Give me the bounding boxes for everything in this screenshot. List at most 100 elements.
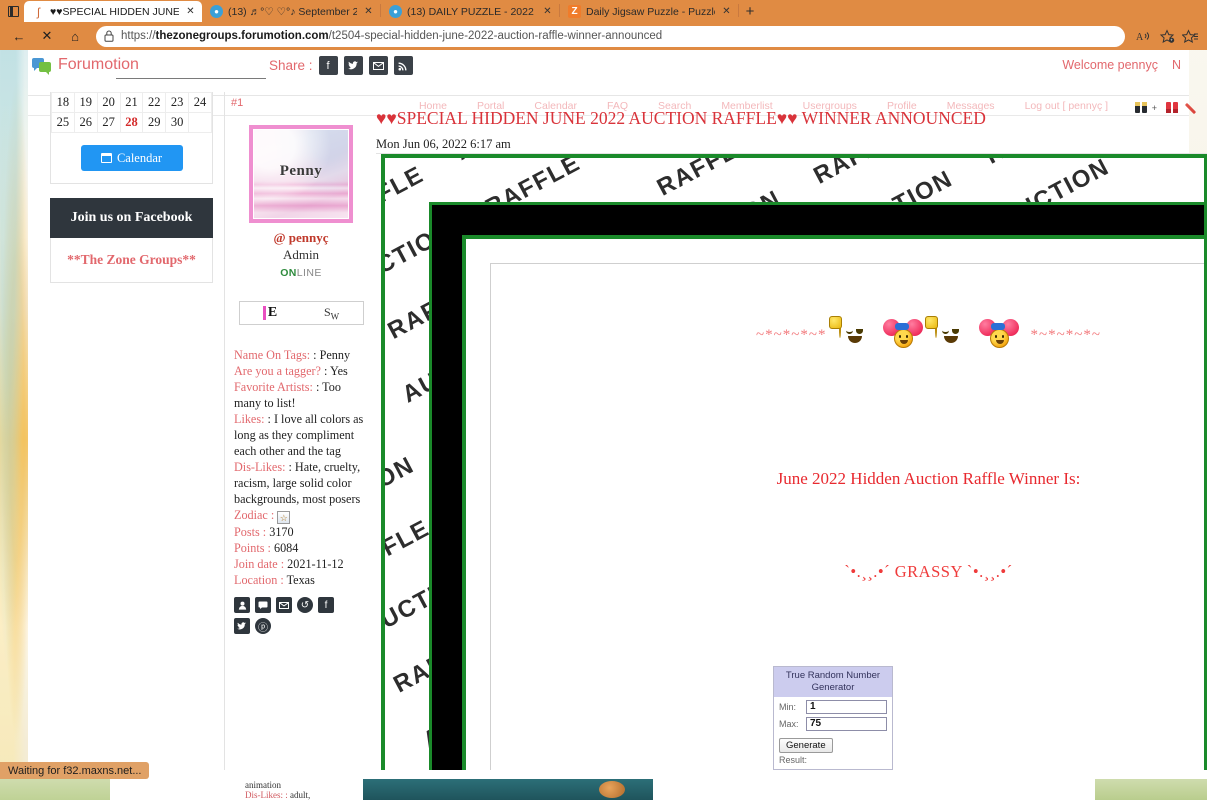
- tab-title: (13) ♬°♡ ♡°♪ September 2022: [228, 5, 357, 18]
- rss-share-icon[interactable]: [393, 56, 413, 75]
- profile-field-value: Texas: [286, 573, 315, 587]
- calendar-day[interactable]: 22: [142, 92, 167, 113]
- calendar-day[interactable]: 20: [96, 92, 121, 113]
- profile-field-key: Points :: [234, 541, 271, 555]
- calendar-day[interactable]: 29: [142, 112, 167, 133]
- forumotion-logo[interactable]: Forumotion: [32, 56, 139, 75]
- background-window-strip[interactable]: animation Dis-Likes: : adult,: [0, 779, 1207, 800]
- browser-tab-3[interactable]: ● (13) DAILY PUZZLE - 2022 - Page ✕: [381, 1, 559, 22]
- raffle-frame-black: ~*~*~*~* *~*~*~*~ June 2022 Hidden Aucti…: [429, 202, 1204, 770]
- tab-title: ♥♥SPECIAL HIDDEN JUNE 2022: [50, 5, 179, 18]
- background-window-right: [1095, 779, 1207, 800]
- quote-icon[interactable]: [1166, 102, 1179, 114]
- calendar-day[interactable]: 30: [165, 112, 190, 133]
- browser-tab-4[interactable]: Z Daily Jigsaw Puzzle - Puzzle of th ✕: [560, 1, 738, 22]
- pinterest-icon[interactable]: ⓟ: [255, 618, 271, 634]
- status-bar: Waiting for f32.maxns.net...: [0, 762, 150, 779]
- twitter-icon[interactable]: [234, 618, 250, 634]
- message-icon[interactable]: [255, 597, 271, 613]
- profile-field-zodiac: Zodiac : ☆: [234, 507, 370, 524]
- svg-text:+: +: [1170, 37, 1173, 42]
- rng-min-label: Min:: [779, 702, 797, 712]
- profile-field-value: : Yes: [324, 364, 348, 378]
- twitter-share-icon[interactable]: [343, 56, 363, 75]
- facebook-widget-subtitle[interactable]: **The Zone Groups**: [51, 238, 212, 268]
- browser-tab-2[interactable]: ● (13) ♬°♡ ♡°♪ September 2022 ✕: [202, 1, 380, 22]
- raffle-winner-name: `•.¸¸.•´ GRASSY `•.¸¸.•´: [844, 562, 1013, 581]
- generate-button[interactable]: Generate: [779, 738, 833, 753]
- tab-close-button[interactable]: ✕: [541, 5, 554, 18]
- calendar-day[interactable]: 24: [188, 92, 212, 113]
- background-window-left: [0, 779, 110, 800]
- author-username[interactable]: @ pennyç: [226, 230, 376, 246]
- new-tab-button[interactable]: +: [739, 1, 761, 21]
- post-date: Mon Jun 06, 2022 6:17 am: [376, 137, 511, 151]
- address-bar[interactable]: https://thezonegroups.forumotion.com/t25…: [96, 25, 1125, 47]
- raffle-decoration-row: ~*~*~*~* *~*~*~*~: [491, 316, 1204, 351]
- stop-loading-button[interactable]: ✕: [34, 25, 60, 47]
- profile-field: Posts : 3170: [234, 524, 370, 540]
- post-container: #1 Penny @ pennyç Admin ONLINE E SW Name…: [224, 92, 1207, 770]
- calendar-day-today[interactable]: 28: [119, 112, 144, 133]
- share-icon[interactable]: ↺: [297, 597, 313, 613]
- browser-window: ʃ ♥♥SPECIAL HIDDEN JUNE 2022 ✕ ● (13) ♬°…: [0, 0, 1207, 800]
- calendar-day[interactable]: 19: [73, 92, 98, 113]
- rng-max-input[interactable]: 75: [806, 717, 887, 731]
- multiquote-icon[interactable]: [1134, 102, 1148, 114]
- calendar-day[interactable]: 26: [73, 112, 98, 133]
- calendar-day-empty: [188, 112, 212, 133]
- facebook-widget: Join us on Facebook **The Zone Groups**: [50, 198, 213, 283]
- lock-icon: [104, 30, 114, 42]
- status-line-part: LINE: [296, 267, 322, 279]
- back-button[interactable]: ←: [6, 25, 32, 47]
- profile-icon[interactable]: [234, 597, 250, 613]
- favorites-star-icon[interactable]: +: [1156, 26, 1178, 47]
- raffle-frame-green-inner: ~*~*~*~* *~*~*~*~ June 2022 Hidden Aucti…: [462, 235, 1204, 770]
- edit-pencil-icon[interactable]: [1188, 101, 1202, 115]
- facebook-share-icon[interactable]: f: [318, 56, 338, 75]
- rng-min-input[interactable]: 1: [806, 700, 887, 714]
- facebook-icon[interactable]: f: [318, 597, 334, 613]
- avatar-name-text: Penny: [279, 163, 323, 180]
- tab-actions-button[interactable]: [2, 1, 24, 21]
- author-profile-fields: Name On Tags: : Penny Are you a tagger? …: [226, 347, 376, 588]
- avatar[interactable]: Penny: [249, 125, 353, 223]
- laughing-emoji-icon: [924, 316, 967, 350]
- page-background-texture-left: [0, 50, 28, 770]
- collections-icon[interactable]: [1179, 26, 1201, 47]
- post-header: ♥♥SPECIAL HIDDEN JUNE 2022 AUCTION RAFFL…: [376, 92, 1207, 154]
- post-anchor[interactable]: #1: [231, 97, 243, 109]
- profile-field-key: Are you a tagger?: [234, 364, 321, 378]
- calendar-day[interactable]: 27: [96, 112, 121, 133]
- browser-tab-1[interactable]: ʃ ♥♥SPECIAL HIDDEN JUNE 2022 ✕: [24, 1, 202, 22]
- email-icon[interactable]: [276, 597, 292, 613]
- calendar-day[interactable]: 21: [119, 92, 144, 113]
- status-on-part: ON: [280, 267, 297, 279]
- profile-field: Favorite Artists: : Too many to list!: [234, 379, 370, 411]
- calendar-day[interactable]: 23: [165, 92, 190, 113]
- avatar-image: Penny: [254, 130, 348, 218]
- profile-field-key: Favorite Artists:: [234, 380, 313, 394]
- welcome-message: Welcome pennyç N: [1062, 58, 1181, 72]
- profile-field-value: : Penny: [313, 348, 351, 362]
- home-button[interactable]: ⌂: [62, 25, 88, 47]
- multiquote-plus-label: +: [1151, 103, 1157, 113]
- tab-close-button[interactable]: ✕: [720, 5, 733, 18]
- rng-max-label: Max:: [779, 719, 799, 729]
- tab-close-button[interactable]: ✕: [184, 5, 197, 18]
- tab-close-button[interactable]: ✕: [362, 5, 375, 18]
- profile-field: Join date : 2021-11-12: [234, 556, 370, 572]
- calendar-button-label: Calendar: [116, 150, 163, 165]
- background-window-pane: [110, 779, 363, 800]
- read-aloud-icon[interactable]: A: [1133, 26, 1155, 47]
- profile-field: Points : 6084: [234, 540, 370, 556]
- calendar-day[interactable]: 25: [51, 112, 75, 133]
- badge-e-icon: E: [262, 306, 277, 320]
- calendar-day[interactable]: 18: [51, 92, 75, 113]
- email-share-icon[interactable]: [368, 56, 388, 75]
- chat-bubble-icon: ●: [389, 5, 402, 18]
- tab-title: Daily Jigsaw Puzzle - Puzzle of th: [586, 5, 715, 18]
- calendar-button[interactable]: Calendar: [80, 145, 183, 171]
- calendar-table: 18 19 20 21 22 23 24 25 26 27 28 29 30: [51, 92, 212, 133]
- profile-field: Likes: : I love all colors as long as th…: [234, 411, 370, 459]
